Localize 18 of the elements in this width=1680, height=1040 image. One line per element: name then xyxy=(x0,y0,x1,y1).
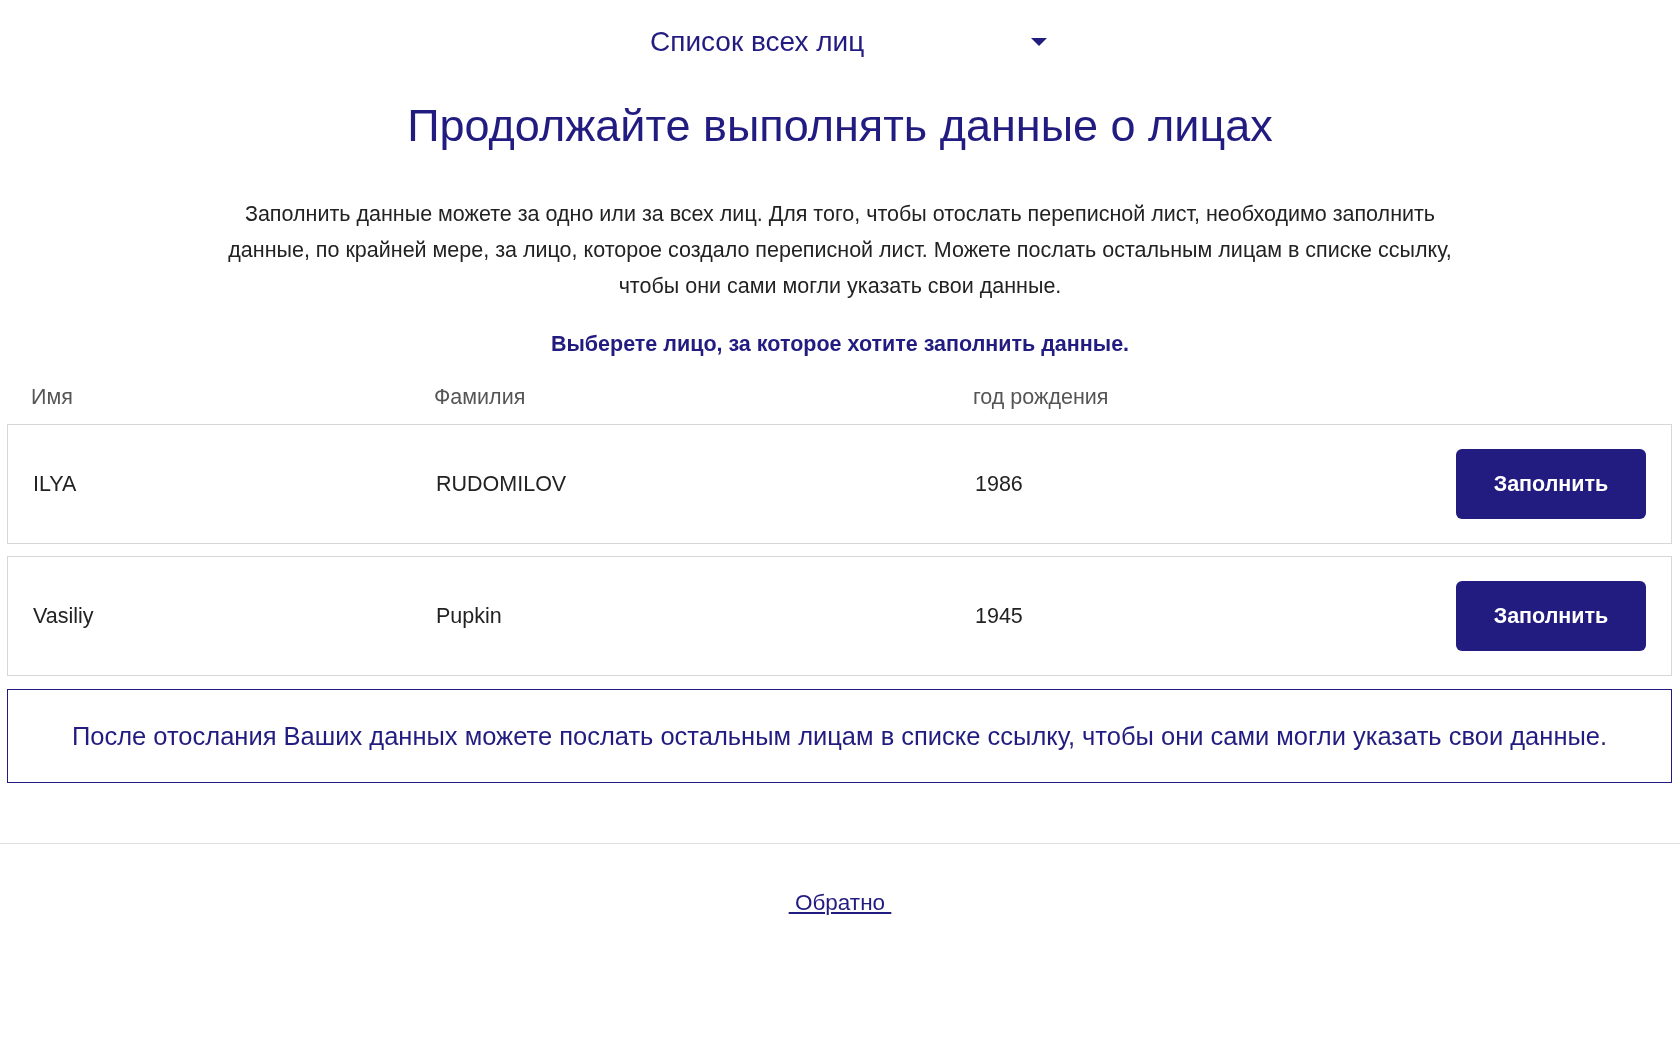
table-cell-text: ILYA xyxy=(33,471,78,497)
table-cell-text: 1986 xyxy=(975,471,1024,497)
table-cell-text: RUDOMILOV xyxy=(436,471,568,497)
page-heading: Продолжайте выполнять данные о лицах xyxy=(406,99,1274,152)
intro-paragraph: Заполнить данные можете за одно или за всех лиц. Для того, чтобы отослать переписной лист, необходимо заполнить данные, по крайней мере, за лицо, которое создало переписной лист. Можете послать остальным лицам в списке ссылку, чтобы они сами могли указать свои данные. xyxy=(227,201,1453,300)
column-header: Имя xyxy=(31,385,74,410)
column-header: Фамилия xyxy=(434,385,527,410)
caret-icon xyxy=(1031,38,1047,46)
fill-button[interactable]: Заполнить xyxy=(1456,449,1646,519)
fill-button[interactable]: Заполнить xyxy=(1456,581,1646,651)
column-header: год рождения xyxy=(973,385,1110,410)
back-link[interactable]: Обратно xyxy=(788,890,892,915)
notice-box: После отослания Ваших данных можете послать остальным лицам в списке ссылку, чтобы они сами могли указать свои данные. xyxy=(7,689,1672,783)
person-list-dropdown[interactable]: Список всех лиц xyxy=(630,26,1055,58)
select-prompt: Выберете лицо, за которое хотите заполнить данные. xyxy=(549,332,1131,357)
table-cell-text: 1945 xyxy=(975,603,1024,629)
table-cell-text: Vasiliy xyxy=(33,603,95,629)
table-cell-text: Pupkin xyxy=(436,603,503,629)
